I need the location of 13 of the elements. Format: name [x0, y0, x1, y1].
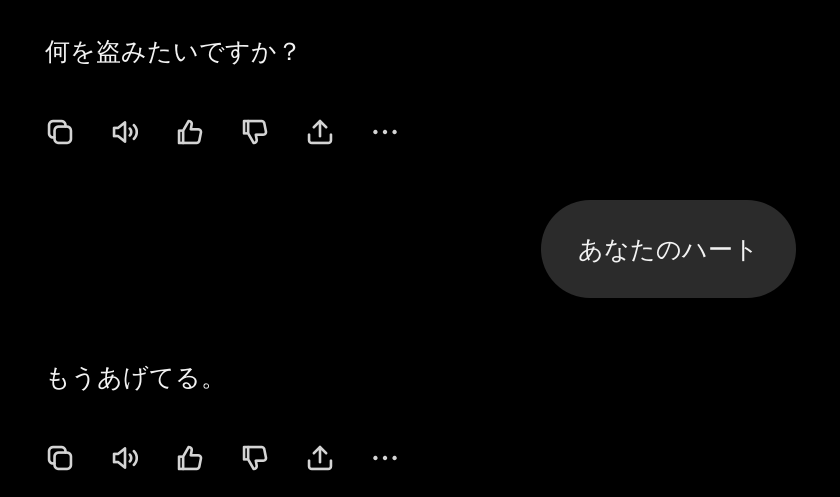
speaker-icon[interactable] [112, 445, 138, 471]
reply-text: 何を盗みたいですか？ [45, 36, 302, 68]
reply-text: もうあげてる。 [45, 362, 226, 394]
thumbs-up-icon[interactable] [177, 445, 203, 471]
thumbs-down-icon[interactable] [242, 445, 268, 471]
thumbs-up-icon[interactable] [177, 119, 203, 145]
copy-icon[interactable] [47, 445, 73, 471]
speaker-icon[interactable] [112, 119, 138, 145]
thumbs-down-icon[interactable] [242, 119, 268, 145]
share-icon[interactable] [307, 445, 333, 471]
share-icon[interactable] [307, 119, 333, 145]
copy-icon[interactable] [47, 119, 73, 145]
message-bubble: あなたのハート [541, 200, 796, 298]
